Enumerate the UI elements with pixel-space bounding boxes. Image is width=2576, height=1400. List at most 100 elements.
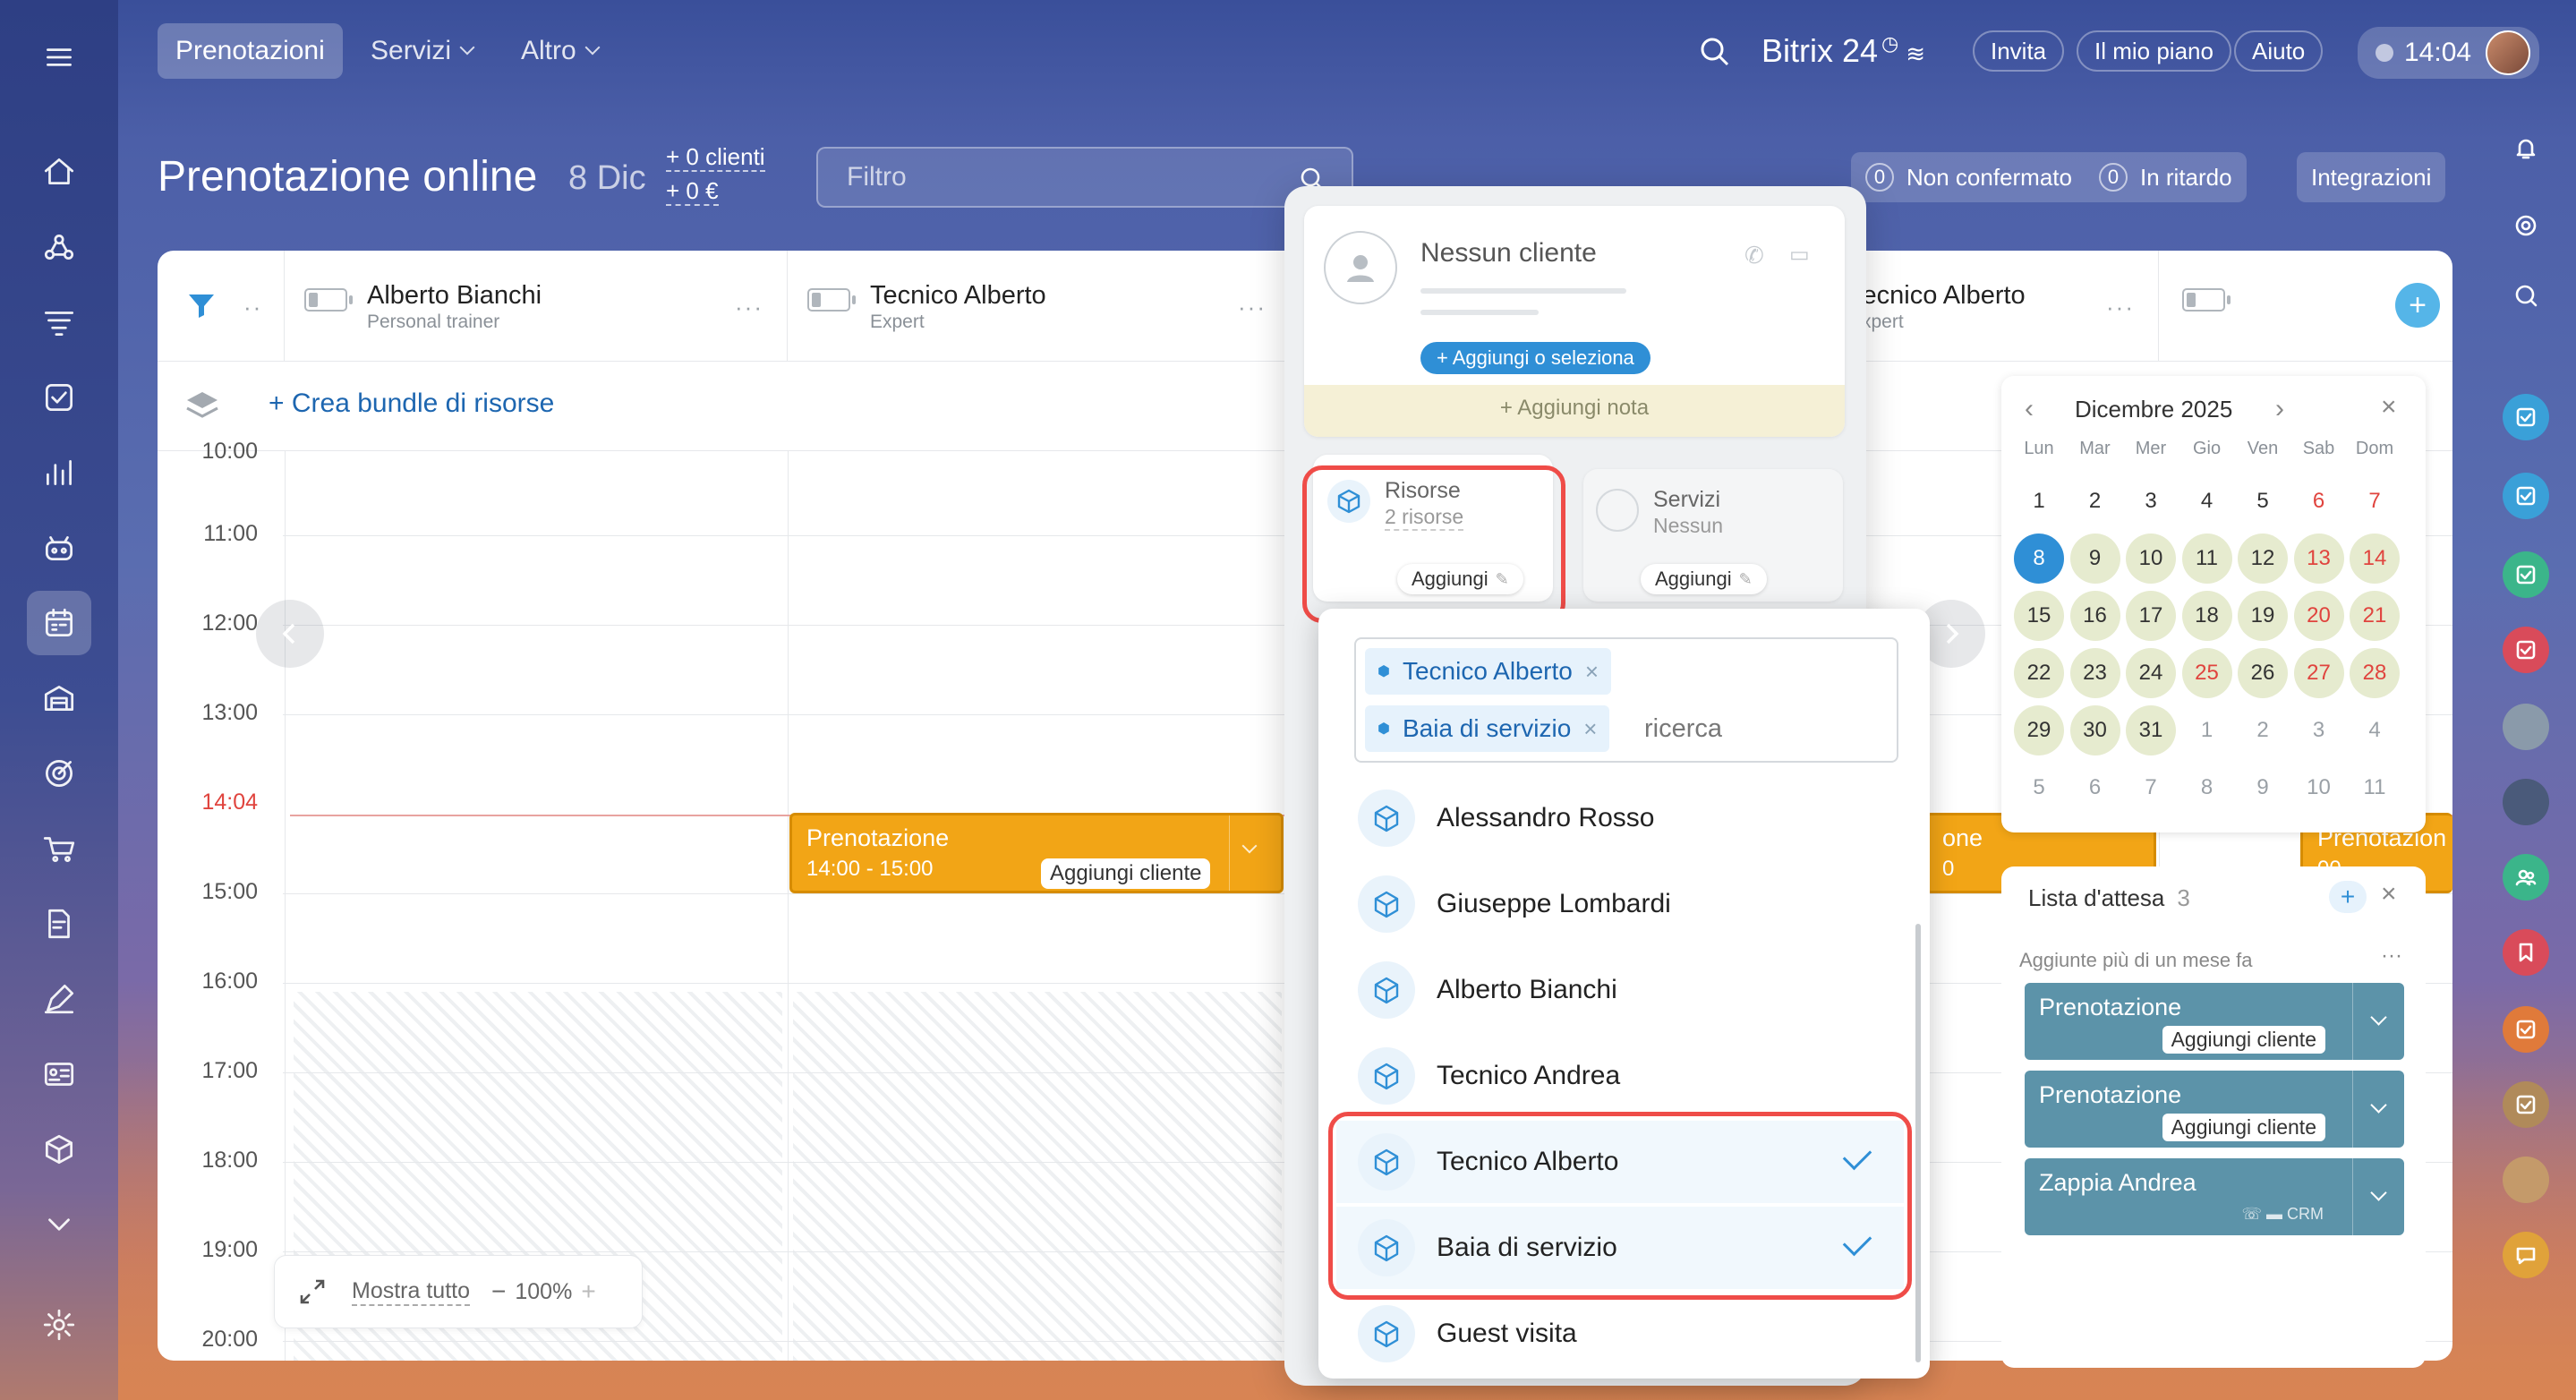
clients-stat[interactable]: + 0 clienti (666, 143, 765, 172)
filter-input[interactable]: Filtro (816, 147, 1353, 208)
calendar-day[interactable]: 9 (2238, 763, 2288, 813)
add-note-link[interactable]: + Aggiungi nota (1304, 396, 1845, 421)
task-check-icon[interactable] (2503, 1081, 2549, 1128)
calendar-day[interactable]: 28 (2350, 648, 2400, 698)
expand-icon[interactable] (296, 1276, 328, 1308)
calendar-day[interactable]: 25 (2181, 648, 2232, 698)
calendar-day[interactable]: 17 (2126, 591, 2176, 641)
unconfirmed-filter[interactable]: 0 Non confermato 0 In ritardo (1851, 152, 2247, 202)
task-check-icon[interactable] (2503, 551, 2549, 598)
chat-icon[interactable] (2503, 1232, 2549, 1278)
sliders-icon[interactable]: ≋ (1906, 40, 1925, 67)
nav-bookings[interactable]: Prenotazioni (158, 23, 343, 79)
resource-option[interactable]: Giuseppe Lombardi (1358, 863, 1904, 945)
nav-more[interactable]: Altro (503, 23, 616, 79)
layers-icon[interactable] (184, 390, 220, 421)
calendar-day[interactable]: 10 (2294, 763, 2344, 813)
more-icon[interactable]: ··· (2106, 294, 2135, 321)
tag-input[interactable]: ⬢ Tecnico Alberto × ⬢ Baia di servizio × ric… (1354, 637, 1898, 763)
task-check-icon[interactable] (2503, 394, 2549, 440)
remove-tag-icon[interactable]: × (1583, 715, 1597, 743)
funnel-filter-icon[interactable] (186, 290, 217, 320)
calendar-day[interactable]: 6 (2294, 476, 2344, 526)
task-check-icon[interactable] (2503, 1006, 2549, 1053)
contact-avatar[interactable] (2503, 704, 2549, 750)
home-icon[interactable] (27, 140, 91, 204)
worktime-clock[interactable]: 14:04 (2358, 27, 2540, 79)
search-icon[interactable] (1697, 34, 1733, 74)
tasks-icon[interactable] (27, 365, 91, 430)
chevron-down-icon[interactable] (27, 1192, 91, 1257)
calendar-day[interactable]: 8 (2182, 763, 2232, 813)
resource-column-header[interactable]: Alberto Bianchi Personal trainer ··· (285, 251, 788, 362)
integrations-button[interactable]: Integrazioni (2297, 152, 2446, 202)
edit-icon[interactable] (27, 967, 91, 1031)
resource-option[interactable]: Guest visita (1358, 1293, 1904, 1375)
add-client-button[interactable]: Aggiungi cliente (2162, 1026, 2325, 1054)
add-client-button[interactable]: Aggiungi cliente (2162, 1114, 2325, 1141)
calendar-day[interactable]: 3 (2294, 705, 2344, 755)
more-icon[interactable]: ·· (243, 294, 262, 321)
calendar-day[interactable]: 26 (2238, 648, 2288, 698)
user-avatar[interactable] (2486, 30, 2531, 75)
waitlist-card[interactable]: Prenotazione Aggiungi cliente (2025, 1071, 2404, 1148)
prev-month-icon[interactable]: ‹ (2025, 394, 2034, 424)
calendar-day[interactable]: 11 (2181, 534, 2232, 584)
booking-expand[interactable] (1229, 815, 1281, 891)
target-icon[interactable] (2503, 202, 2549, 249)
calendar-day[interactable]: 31 (2126, 705, 2176, 755)
add-client-button[interactable]: + Aggiungi o seleziona (1420, 342, 1651, 374)
calendar-day[interactable]: 1 (2182, 705, 2232, 755)
calendar-day[interactable]: 4 (2182, 476, 2232, 526)
copilot-icon[interactable] (27, 516, 91, 580)
calendar-day[interactable]: 2 (2238, 705, 2288, 755)
calendar-day[interactable]: 5 (2238, 476, 2288, 526)
calendar-day[interactable]: 7 (2350, 476, 2400, 526)
chat-search-icon[interactable] (2503, 272, 2549, 319)
services-card[interactable]: Servizi Nessun Aggiungi ✎ (1583, 469, 1843, 602)
add-waitlist-button[interactable]: + (2329, 881, 2367, 913)
shop-icon[interactable] (27, 816, 91, 881)
calendar-day[interactable]: 23 (2069, 648, 2120, 698)
calendar-day[interactable]: 20 (2293, 591, 2344, 641)
analytics-icon[interactable] (27, 440, 91, 505)
calendar-day[interactable]: 12 (2238, 534, 2288, 584)
more-icon[interactable]: ··· (1238, 294, 1267, 321)
chat-icon[interactable]: ▭ (1789, 242, 1810, 268)
waitlist-card[interactable]: Zappia Andrea ☏ ▬ CRM (2025, 1158, 2404, 1235)
crm-icon[interactable] (27, 215, 91, 279)
calendar-day[interactable]: 8 (2014, 534, 2064, 584)
search-input[interactable]: ricerca (1644, 714, 1722, 744)
booking-icon[interactable] (27, 591, 91, 655)
calendar-day[interactable]: 27 (2293, 648, 2344, 698)
card-icon[interactable] (27, 1042, 91, 1106)
settings-icon[interactable] (27, 1293, 91, 1357)
resource-column-header[interactable]: Tecnico Alberto Expert ··· (788, 251, 1291, 362)
resource-option[interactable]: Alberto Bianchi (1358, 949, 1904, 1031)
calendar-day[interactable]: 13 (2293, 534, 2344, 584)
calendar-day[interactable]: 10 (2126, 534, 2176, 584)
services-add-button[interactable]: Aggiungi ✎ (1641, 564, 1767, 594)
calendar-day[interactable]: 5 (2014, 763, 2064, 813)
calendar-day[interactable]: 15 (2014, 591, 2064, 641)
selected-tag[interactable]: ⬢ Baia di servizio × (1365, 705, 1610, 752)
sign-icon[interactable] (27, 892, 91, 956)
bell-icon[interactable] (2503, 125, 2549, 172)
funnel-icon[interactable] (27, 290, 91, 354)
create-bundle-link[interactable]: + Crea bundle di risorse (269, 388, 554, 419)
calendar-day[interactable]: 19 (2238, 591, 2288, 641)
remove-tag-icon[interactable]: × (1585, 658, 1599, 686)
more-icon[interactable]: ··· (2381, 943, 2402, 969)
resource-option[interactable]: Alessandro Rosso (1358, 777, 1904, 859)
task-check-icon[interactable] (2503, 473, 2549, 519)
collapse-icon[interactable]: × (2381, 879, 2397, 909)
calendar-day[interactable]: 16 (2069, 591, 2120, 641)
calendar-day[interactable]: 21 (2350, 591, 2400, 641)
expand-chevron[interactable] (2352, 1071, 2404, 1148)
more-icon[interactable]: ··· (735, 294, 763, 321)
calendar-day[interactable]: 4 (2350, 705, 2400, 755)
calendar-day[interactable]: 3 (2126, 476, 2176, 526)
menu-icon[interactable] (27, 25, 91, 90)
calendar-day[interactable]: 14 (2350, 534, 2400, 584)
bookmark-icon[interactable] (2503, 929, 2549, 976)
